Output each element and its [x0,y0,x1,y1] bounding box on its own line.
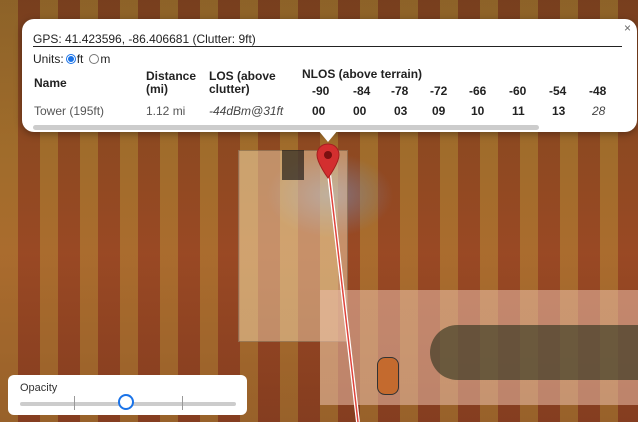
horizontal-scrollbar[interactable] [33,125,539,130]
popup-pointer [318,130,338,142]
units-ft-label: ft [76,52,84,66]
units-ft-radio[interactable] [65,54,76,64]
col-header-los-line2: clutter) [209,82,250,96]
nlos-level-header: -84 [353,84,371,98]
opacity-slider-thumb[interactable] [118,394,134,410]
nlos-level-header: -72 [430,84,448,98]
col-header-nlos: NLOS (above terrain) [302,67,423,81]
nlos-level-header: -78 [391,84,409,98]
nlos-value: 28 [592,104,606,118]
nlos-level-header: -54 [549,84,567,98]
map-pin-icon[interactable] [316,143,340,179]
units-selector: Units: ft m [33,52,114,66]
opacity-control: Opacity [8,375,247,415]
col-header-distance: Distance (mi) [146,70,196,96]
col-header-distance-line2: (mi) [146,82,168,96]
nlos-value: 09 [432,104,446,118]
col-header-los: LOS (above clutter) [209,70,276,96]
nlos-level-header: -90 [312,84,330,98]
slider-tick [182,396,183,410]
row-distance: 1.12 mi [146,104,186,118]
nlos-level-header: -60 [509,84,527,98]
divider [33,46,622,47]
units-label: Units: [33,52,64,66]
row-name: Tower (195ft) [34,104,105,118]
nlos-value: 11 [512,104,525,118]
nlos-level-header: -48 [589,84,607,98]
nlos-value: 00 [353,104,367,118]
nlos-level-header: -66 [469,84,487,98]
gps-coordinates: GPS: 41.423596, -86.406681 (Clutter: 9ft… [33,32,256,46]
close-icon[interactable]: × [624,21,631,35]
nlos-value: 13 [552,104,566,118]
opacity-label: Opacity [20,382,58,394]
nlos-value: 03 [394,104,408,118]
units-m-label: m [100,52,111,66]
info-popup: × GPS: 41.423596, -86.406681 (Clutter: 9… [22,19,637,132]
slider-tick [74,396,75,410]
nlos-value: 00 [312,104,326,118]
col-header-name: Name [34,76,67,90]
row-los: -44dBm@31ft [209,104,284,118]
nlos-value: 10 [471,104,485,118]
units-m-radio[interactable] [89,54,100,64]
